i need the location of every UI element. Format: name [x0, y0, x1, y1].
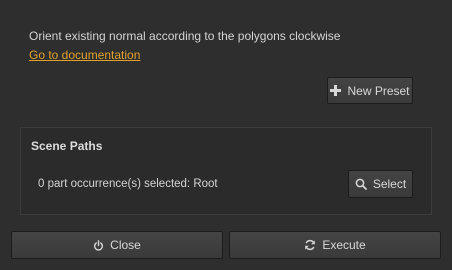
close-label: Close [110, 238, 141, 252]
execute-button[interactable]: Execute [229, 231, 441, 259]
select-button[interactable]: Select [348, 170, 413, 198]
documentation-link[interactable]: Go to documentation [29, 48, 140, 62]
execute-label: Execute [322, 238, 366, 252]
new-preset-label: New Preset [347, 83, 410, 98]
function-description: Orient existing normal according to the … [29, 29, 341, 43]
selection-status: 0 part occurrence(s) selected: Root [38, 178, 218, 190]
scene-paths-panel: Scene Paths 0 part occurrence(s) selecte… [20, 127, 432, 215]
new-preset-button[interactable]: New Preset [327, 77, 413, 104]
scene-paths-title: Scene Paths [31, 139, 103, 153]
plus-icon [330, 85, 342, 96]
refresh-icon [304, 239, 316, 251]
select-label: Select [372, 177, 407, 191]
close-button[interactable]: Close [11, 231, 223, 259]
power-icon [93, 239, 104, 251]
search-icon [355, 178, 367, 190]
